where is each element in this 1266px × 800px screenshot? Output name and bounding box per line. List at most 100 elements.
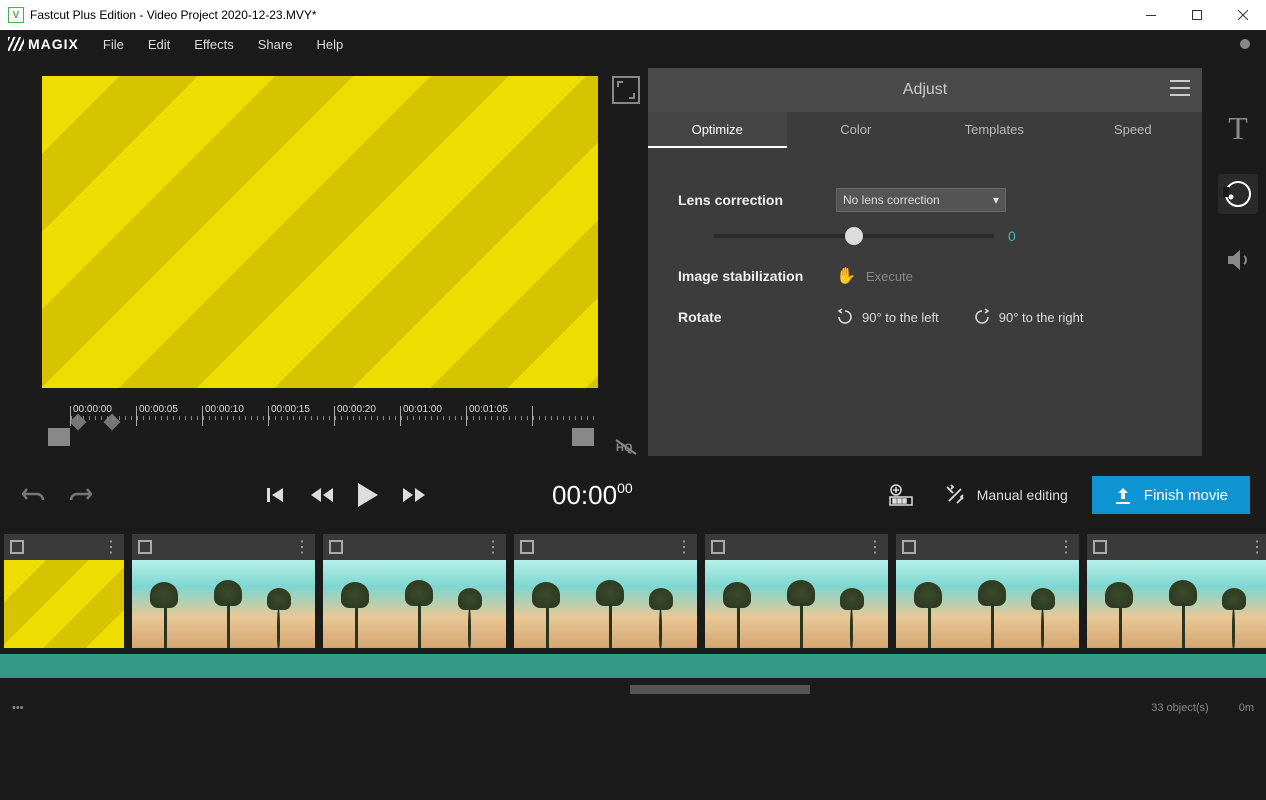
clip-item[interactable]: ⋮ 4.jpg bbox=[4, 534, 124, 648]
svg-text:HQ: HQ bbox=[616, 442, 633, 454]
clip-item[interactable]: ⋮ 00:020218.jpg bbox=[705, 534, 888, 648]
hq-toggle[interactable]: HQ bbox=[612, 436, 640, 458]
undo-button[interactable] bbox=[16, 477, 52, 513]
stabilization-execute-button[interactable]: ✋ Execute bbox=[836, 266, 913, 286]
clip-header: ⋮ bbox=[4, 534, 124, 560]
range-start-handle[interactable] bbox=[48, 428, 70, 446]
workspace: 00:00:00 00:00:05 00:00:10 00:00:15 00:0… bbox=[0, 58, 1266, 464]
clip-thumbnail[interactable]: 00:001418.jpg bbox=[323, 560, 506, 648]
audio-track[interactable] bbox=[0, 654, 1266, 678]
clip-thumbnail[interactable]: 00:000418.jpg bbox=[514, 560, 697, 648]
status-dot bbox=[1240, 39, 1250, 49]
panel-menu-button[interactable] bbox=[1170, 80, 1190, 96]
clip-menu-button[interactable]: ⋮ bbox=[485, 537, 500, 557]
tab-speed[interactable]: Speed bbox=[1064, 112, 1203, 148]
lens-correction-label: Lens correction bbox=[678, 192, 818, 208]
rewind-button[interactable] bbox=[304, 477, 340, 513]
fullscreen-button[interactable] bbox=[612, 76, 640, 104]
timecode-display: 00:0000 bbox=[552, 480, 633, 511]
lens-slider-value: 0 bbox=[1008, 228, 1016, 244]
playback-controls: 00:0000 Manual editing Finish movie bbox=[0, 464, 1266, 526]
clip-menu-button[interactable]: ⋮ bbox=[294, 537, 309, 557]
range-end-handle[interactable] bbox=[572, 428, 594, 446]
clip-checkbox[interactable] bbox=[1093, 540, 1107, 554]
rotate-right-button[interactable]: 90° to the right bbox=[973, 308, 1084, 326]
clip-header: ⋮ bbox=[705, 534, 888, 560]
video-preview[interactable] bbox=[42, 76, 598, 388]
status-duration: 0m bbox=[1239, 702, 1254, 714]
clip-menu-button[interactable]: ⋮ bbox=[1249, 537, 1264, 557]
clip-thumbnail[interactable]: 00:000418.jpg bbox=[1087, 560, 1266, 648]
clip-menu-button[interactable]: ⋮ bbox=[676, 537, 691, 557]
audio-tool-button[interactable] bbox=[1218, 240, 1258, 280]
clip-checkbox[interactable] bbox=[138, 540, 152, 554]
menu-file[interactable]: File bbox=[93, 33, 134, 56]
clip-checkbox[interactable] bbox=[520, 540, 534, 554]
adjust-tabs: Optimize Color Templates Speed bbox=[648, 112, 1202, 148]
menubar: MAGIX File Edit Effects Share Help bbox=[0, 30, 1266, 58]
menu-effects[interactable]: Effects bbox=[184, 33, 244, 56]
timeline: ⋮ 4.jpg ⋮ 00:002118.jpg ⋮ 00:001418.jpg … bbox=[0, 526, 1266, 696]
clip-header: ⋮ bbox=[514, 534, 697, 560]
lens-slider-thumb[interactable] bbox=[845, 227, 863, 245]
status-objects: 33 object(s) bbox=[1151, 702, 1208, 714]
maximize-button[interactable] bbox=[1174, 0, 1220, 30]
clip-header: ⋮ bbox=[896, 534, 1079, 560]
clip-menu-button[interactable]: ⋮ bbox=[1058, 537, 1073, 557]
menu-share[interactable]: Share bbox=[248, 33, 303, 56]
minimize-button[interactable] bbox=[1128, 0, 1174, 30]
clip-item[interactable]: ⋮ 00:002118.jpg bbox=[132, 534, 315, 648]
rotate-right-icon bbox=[973, 308, 991, 326]
clip-thumbnail[interactable]: 00:002118.jpg bbox=[132, 560, 315, 648]
lens-slider[interactable] bbox=[714, 234, 994, 238]
chevron-down-icon: ▾ bbox=[993, 193, 999, 207]
tool-strip: T bbox=[1210, 68, 1266, 456]
preview-pane: 00:00:00 00:00:05 00:00:10 00:00:15 00:0… bbox=[0, 58, 640, 464]
clip-checkbox[interactable] bbox=[10, 540, 24, 554]
skip-start-button[interactable] bbox=[258, 477, 294, 513]
menu-help[interactable]: Help bbox=[306, 33, 353, 56]
clip-thumbnail[interactable]: 00:000418.jpg bbox=[896, 560, 1079, 648]
clip-item[interactable]: ⋮ 00:001418.jpg bbox=[323, 534, 506, 648]
adjust-tool-button[interactable] bbox=[1218, 174, 1258, 214]
clip-checkbox[interactable] bbox=[902, 540, 916, 554]
tab-templates[interactable]: Templates bbox=[925, 112, 1064, 148]
window-title: Fastcut Plus Edition - Video Project 202… bbox=[30, 8, 317, 22]
rotate-left-button[interactable]: 90° to the left bbox=[836, 308, 939, 326]
clip-menu-button[interactable]: ⋮ bbox=[867, 537, 882, 557]
redo-button[interactable] bbox=[62, 477, 98, 513]
play-button[interactable] bbox=[350, 477, 386, 513]
menu-edit[interactable]: Edit bbox=[138, 33, 180, 56]
brand-logo: MAGIX bbox=[8, 36, 79, 52]
status-bar: ••• 33 object(s) 0m bbox=[0, 696, 1266, 720]
upload-icon bbox=[1114, 486, 1132, 504]
range-slider[interactable] bbox=[42, 428, 632, 446]
text-tool-button[interactable]: T bbox=[1218, 108, 1258, 148]
clip-item[interactable]: ⋮ 00:000418.jpg bbox=[896, 534, 1079, 648]
right-pane: Adjust Optimize Color Templates Speed Le… bbox=[640, 58, 1266, 464]
adjust-header: Adjust bbox=[648, 68, 1202, 112]
manual-editing-button[interactable]: Manual editing bbox=[929, 475, 1082, 515]
clip-thumbnail[interactable]: 4.jpg bbox=[4, 560, 124, 648]
close-button[interactable] bbox=[1220, 0, 1266, 30]
window-titlebar: V Fastcut Plus Edition - Video Project 2… bbox=[0, 0, 1266, 30]
tools-icon bbox=[943, 483, 967, 507]
clip-item[interactable]: ⋮ 00:000418.jpg bbox=[1087, 534, 1266, 648]
clip-header: ⋮ bbox=[1087, 534, 1266, 560]
tab-color[interactable]: Color bbox=[787, 112, 926, 148]
clip-header: ⋮ bbox=[323, 534, 506, 560]
timeline-scrollbar[interactable] bbox=[0, 682, 1266, 696]
clip-checkbox[interactable] bbox=[329, 540, 343, 554]
finish-movie-button[interactable]: Finish movie bbox=[1092, 476, 1250, 514]
rotate-left-icon bbox=[836, 308, 854, 326]
clip-item[interactable]: ⋮ 00:000418.jpg bbox=[514, 534, 697, 648]
import-media-button[interactable] bbox=[883, 477, 919, 513]
clip-checkbox[interactable] bbox=[711, 540, 725, 554]
tab-optimize[interactable]: Optimize bbox=[648, 112, 787, 148]
app-icon: V bbox=[8, 7, 24, 23]
forward-button[interactable] bbox=[396, 477, 432, 513]
clip-thumbnail[interactable]: 00:020218.jpg bbox=[705, 560, 888, 648]
lens-correction-select[interactable]: No lens correction ▾ bbox=[836, 188, 1006, 212]
scrollbar-thumb[interactable] bbox=[630, 685, 810, 694]
clip-menu-button[interactable]: ⋮ bbox=[103, 537, 118, 557]
